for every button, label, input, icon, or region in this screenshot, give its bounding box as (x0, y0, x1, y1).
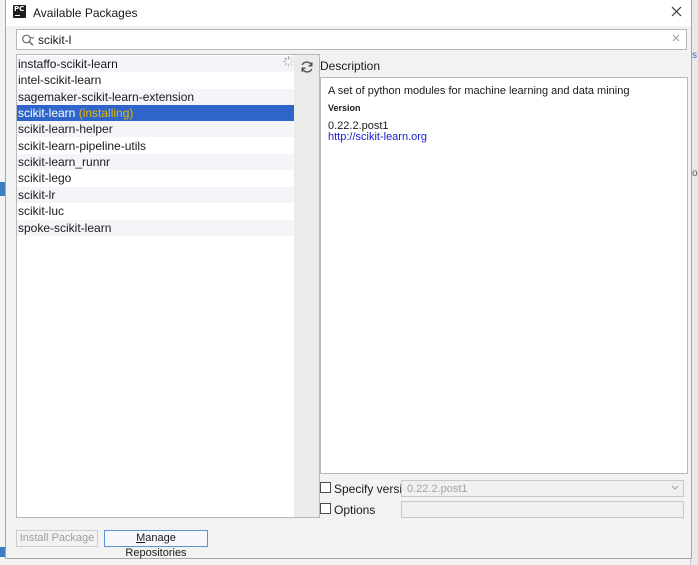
install-package-button[interactable]: Install Package (16, 530, 98, 547)
package-list-toolbar (294, 54, 320, 518)
package-name: sagemaker-scikit-learn-extension (18, 90, 195, 104)
package-name: scikit-lego (18, 171, 72, 185)
specify-version-checkbox[interactable] (320, 482, 331, 493)
package-list-item[interactable]: scikit-learn (installing) (17, 105, 294, 121)
package-name: scikit-learn (18, 106, 76, 120)
options-input[interactable] (401, 501, 684, 518)
dialog-title: Available Packages (33, 6, 138, 20)
close-icon[interactable] (671, 6, 682, 17)
background-ide-glyph: o (692, 168, 698, 179)
package-name: scikit-luc (18, 204, 65, 218)
version-select[interactable]: 0.22.2.post1 (401, 480, 684, 497)
package-list-item[interactable]: scikit-learn-helper (17, 121, 294, 137)
version-heading: Version (328, 103, 361, 113)
package-list-item[interactable]: sagemaker-scikit-learn-extension (17, 89, 294, 105)
package-name: scikit-learn-helper (18, 122, 113, 136)
background-ide-glyph: s (692, 50, 697, 61)
package-status-tag: (installing) (78, 106, 134, 120)
package-name: scikit-lr (18, 188, 56, 202)
package-name: intel-scikit-learn (18, 73, 102, 87)
package-name: scikit-learn-pipeline-utils (18, 139, 147, 153)
package-search-box[interactable] (16, 29, 687, 50)
search-icon (22, 34, 35, 46)
package-name: scikit-learn_runnr (18, 155, 111, 169)
manage-repositories-label: anage Repositories (125, 532, 187, 559)
description-panel: A set of python modules for machine lear… (320, 77, 688, 474)
package-name: instaffo-scikit-learn (18, 57, 118, 71)
options-checkbox[interactable] (320, 503, 331, 514)
package-list-item[interactable]: scikit-learn-pipeline-utils (17, 138, 294, 154)
package-list-item[interactable]: scikit-learn_runnr (17, 154, 294, 170)
options-label[interactable]: Options (334, 503, 375, 517)
pycharm-icon: PC (13, 5, 26, 18)
clear-icon[interactable] (672, 34, 680, 42)
refresh-icon[interactable] (299, 59, 315, 75)
manage-repositories-button[interactable]: Manage Repositories (104, 530, 208, 559)
package-list-item[interactable]: scikit-luc (17, 203, 294, 219)
package-list-item[interactable]: spoke-scikit-learn (17, 220, 294, 236)
chevron-down-icon (671, 485, 679, 490)
package-list-item[interactable]: intel-scikit-learn (17, 72, 294, 88)
package-homepage-link[interactable]: http://scikit-learn.org (328, 131, 427, 143)
close-button[interactable] (665, 2, 687, 22)
package-list-item[interactable]: scikit-lego (17, 170, 294, 186)
clear-search-button[interactable] (669, 32, 683, 46)
search-input[interactable] (38, 32, 658, 47)
mnemonic-letter: M (136, 532, 146, 544)
package-name: spoke-scikit-learn (18, 221, 112, 235)
package-list-item[interactable]: instaffo-scikit-learn (17, 56, 294, 72)
available-packages-dialog: PC Available Packages spoke-scikit-learn… (5, 0, 692, 559)
app-icon-label: PC (14, 5, 25, 13)
version-select-value: 0.22.2.post1 (407, 483, 468, 495)
package-description: A set of python modules for machine lear… (328, 85, 630, 97)
package-list-item[interactable]: scikit-lr (17, 187, 294, 203)
package-list[interactable]: spoke-scikit-learn scikit-luc scikit-lr sci… (16, 54, 295, 518)
loading-spinner-icon (283, 56, 294, 67)
dialog-titlebar: PC Available Packages (6, 0, 691, 26)
description-label: Description (320, 59, 381, 73)
